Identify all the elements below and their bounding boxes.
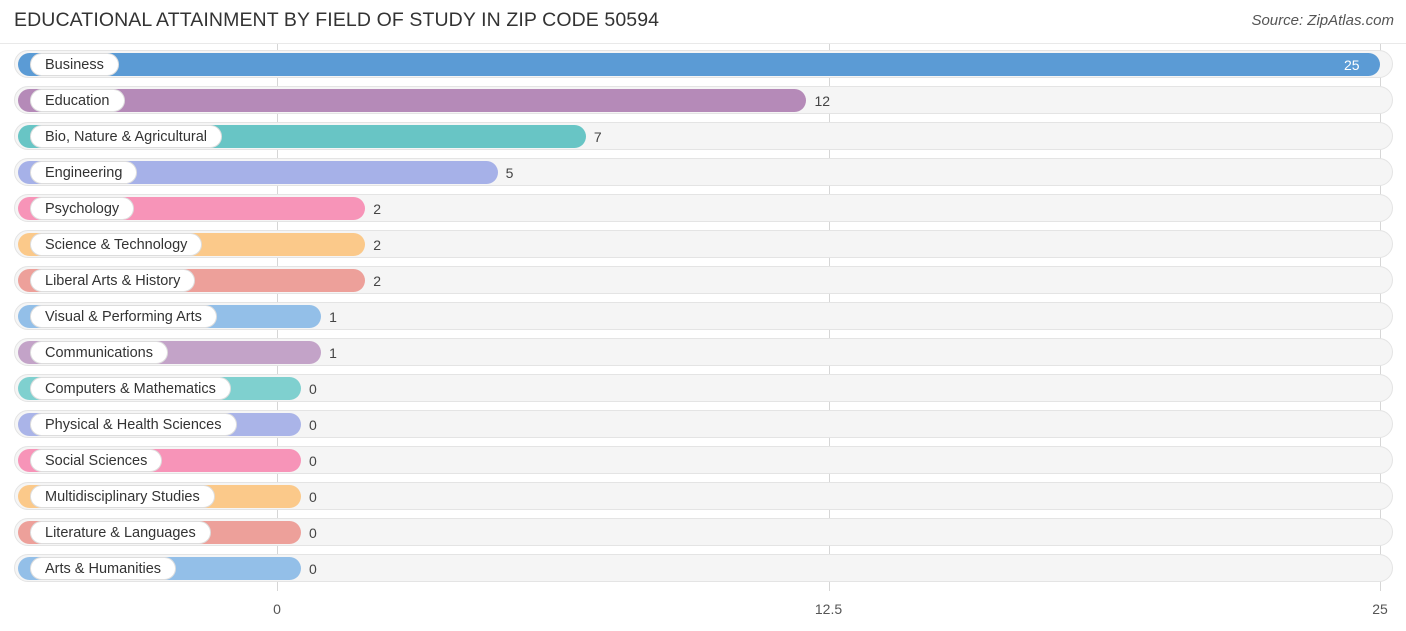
bar-row[interactable]: Bio, Nature & Agricultural 7: [0, 122, 1406, 150]
bar-row[interactable]: Literature & Languages 0: [0, 518, 1406, 546]
x-axis: 0 12.5 25: [0, 599, 1406, 627]
category-label: Social Sciences: [30, 449, 163, 472]
value-bar[interactable]: [18, 53, 1380, 76]
value-label: 1: [329, 308, 337, 325]
page-title: EDUCATIONAL ATTAINMENT BY FIELD OF STUDY…: [14, 9, 660, 31]
value-label: 12: [814, 92, 831, 109]
x-axis-tick-label: 0: [273, 601, 281, 617]
source-attribution: Source: ZipAtlas.com: [1251, 12, 1394, 29]
value-label: 2: [373, 272, 382, 289]
value-label: 0: [309, 416, 317, 433]
bar-row[interactable]: Engineering 5: [0, 158, 1406, 186]
category-label: Psychology: [30, 197, 135, 220]
value-label: 0: [309, 452, 317, 469]
category-label: Physical & Health Sciences: [30, 413, 237, 436]
value-label: 0: [309, 560, 317, 577]
value-bar[interactable]: [18, 89, 807, 112]
bar-row[interactable]: Social Sciences 0: [0, 446, 1406, 474]
x-axis-tick-label: 12.5: [814, 601, 843, 617]
category-label: Business: [30, 53, 119, 76]
value-label: 5: [505, 164, 514, 181]
bar-rows: Business 25 Education 12 Bio, Nature & Agric…: [0, 50, 1406, 590]
bar-row[interactable]: Education 12: [0, 86, 1406, 114]
bar-row[interactable]: Physical & Health Sciences 0: [0, 410, 1406, 438]
category-label: Liberal Arts & History: [30, 269, 196, 292]
category-label: Bio, Nature & Agricultural: [30, 125, 222, 148]
chart-header: EDUCATIONAL ATTAINMENT BY FIELD OF STUDY…: [0, 0, 1406, 44]
category-label: Education: [30, 89, 125, 112]
bar-row[interactable]: Visual & Performing Arts 1: [0, 302, 1406, 330]
category-label: Computers & Mathematics: [30, 377, 231, 400]
category-label: Science & Technology: [30, 233, 203, 256]
category-label: Literature & Languages: [30, 521, 211, 544]
value-label: 2: [373, 200, 382, 217]
value-label: 2: [373, 236, 382, 253]
value-label: 1: [329, 344, 337, 361]
value-label: 25: [1344, 56, 1360, 73]
bar-row[interactable]: Liberal Arts & History 2: [0, 266, 1406, 294]
value-label: 0: [309, 380, 317, 397]
chart-plot-area: Business 25 Education 12 Bio, Nature & Agric…: [0, 44, 1406, 599]
category-label: Arts & Humanities: [30, 557, 177, 580]
bar-row[interactable]: Psychology 2: [0, 194, 1406, 222]
value-label: 0: [309, 488, 317, 505]
value-label: 0: [309, 524, 317, 541]
bar-row[interactable]: Communications 1: [0, 338, 1406, 366]
category-label: Communications: [30, 341, 168, 364]
x-axis-tick-label: 25: [1372, 601, 1388, 617]
bar-row[interactable]: Arts & Humanities 0: [0, 554, 1406, 582]
bar-row[interactable]: Computers & Mathematics 0: [0, 374, 1406, 402]
bar-row[interactable]: Science & Technology 2: [0, 230, 1406, 258]
bar-row[interactable]: Business 25: [0, 50, 1406, 78]
category-label: Multidisciplinary Studies: [30, 485, 215, 508]
category-label: Visual & Performing Arts: [30, 305, 217, 328]
value-label: 7: [593, 128, 602, 145]
category-label: Engineering: [30, 161, 138, 184]
bar-row[interactable]: Multidisciplinary Studies 0: [0, 482, 1406, 510]
